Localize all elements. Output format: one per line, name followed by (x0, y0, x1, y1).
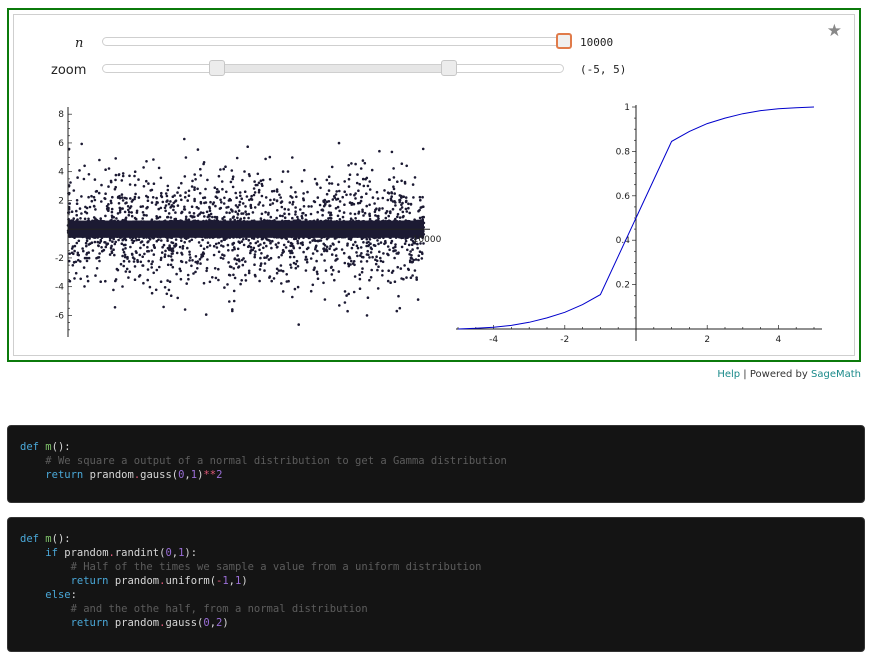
sagemath-link[interactable]: SageMath (811, 369, 861, 380)
scatter-plot: -6 -4 -2 2 4 6 8 10000 (55, 107, 442, 337)
n-slider-handle[interactable] (556, 33, 572, 49)
zoom-slider-value: (-5, 5) (580, 63, 627, 76)
code-block-1[interactable]: def m(): # We square a output of a norma… (7, 425, 865, 503)
footer-separator: | Powered by (740, 369, 811, 380)
zoom-slider-label: zoom (51, 63, 87, 78)
cdf-x-tick-label: -4 (489, 335, 498, 345)
footer: Help | Powered by SageMath (717, 369, 861, 380)
cdf-x-tick-label: -2 (560, 335, 569, 345)
scatter-y-tick-label: -6 (55, 311, 64, 321)
cdf-y-tick-label: 0.2 (616, 281, 630, 291)
star-icon[interactable]: ★ (827, 21, 842, 41)
cdf-y-tick-label: 1 (624, 103, 630, 113)
scatter-y-tick-label: 4 (58, 168, 64, 178)
n-slider-value: 10000 (580, 36, 614, 49)
cdf-x-tick-label: 4 (776, 335, 782, 345)
scatter-y-tick-label: 2 (58, 196, 64, 206)
scatter-y-tick-label: 6 (58, 139, 64, 149)
scatter-x-tick-label: 10000 (413, 235, 442, 245)
n-slider-label: n (75, 36, 84, 51)
cdf-y-tick-label: 0.4 (616, 236, 631, 246)
scatter-y-tick-label: 8 (58, 110, 64, 120)
zoom-slider-handle-max[interactable] (441, 60, 457, 76)
code-text: def m(): if prandom.randint(0,1): # Half… (20, 533, 482, 629)
help-link[interactable]: Help (717, 369, 740, 380)
interact-cell: ★ n 10000 zoom (-5, 5) -6 -4 -2 2 4 6 8 10000 -… (7, 8, 861, 362)
cdf-y-tick-label: 0.8 (616, 147, 631, 157)
n-slider-track[interactable] (102, 37, 564, 46)
interact-panel: ★ n 10000 zoom (-5, 5) -6 -4 -2 2 4 6 8 10000 -… (13, 14, 855, 356)
zoom-slider-track[interactable] (102, 64, 564, 73)
plot-output: -6 -4 -2 2 4 6 8 10000 -4 -2 2 4 0.2 0.4 0.6 0.8 1 (55, 103, 822, 345)
code-text: def m(): # We square a output of a norma… (20, 441, 507, 481)
zoom-slider-range (215, 65, 449, 72)
cdf-x-tick-label: 2 (704, 335, 710, 345)
code-block-2[interactable]: def m(): if prandom.randint(0,1): # Half… (7, 517, 865, 652)
zoom-slider-handle-min[interactable] (209, 60, 225, 76)
cdf-line-plot: -4 -2 2 4 0.2 0.4 0.6 0.8 1 (456, 103, 822, 345)
cdf-y-tick-label: 0.6 (616, 192, 631, 202)
scatter-y-tick-label: -4 (55, 283, 64, 293)
scatter-y-tick-label: -2 (55, 254, 64, 264)
